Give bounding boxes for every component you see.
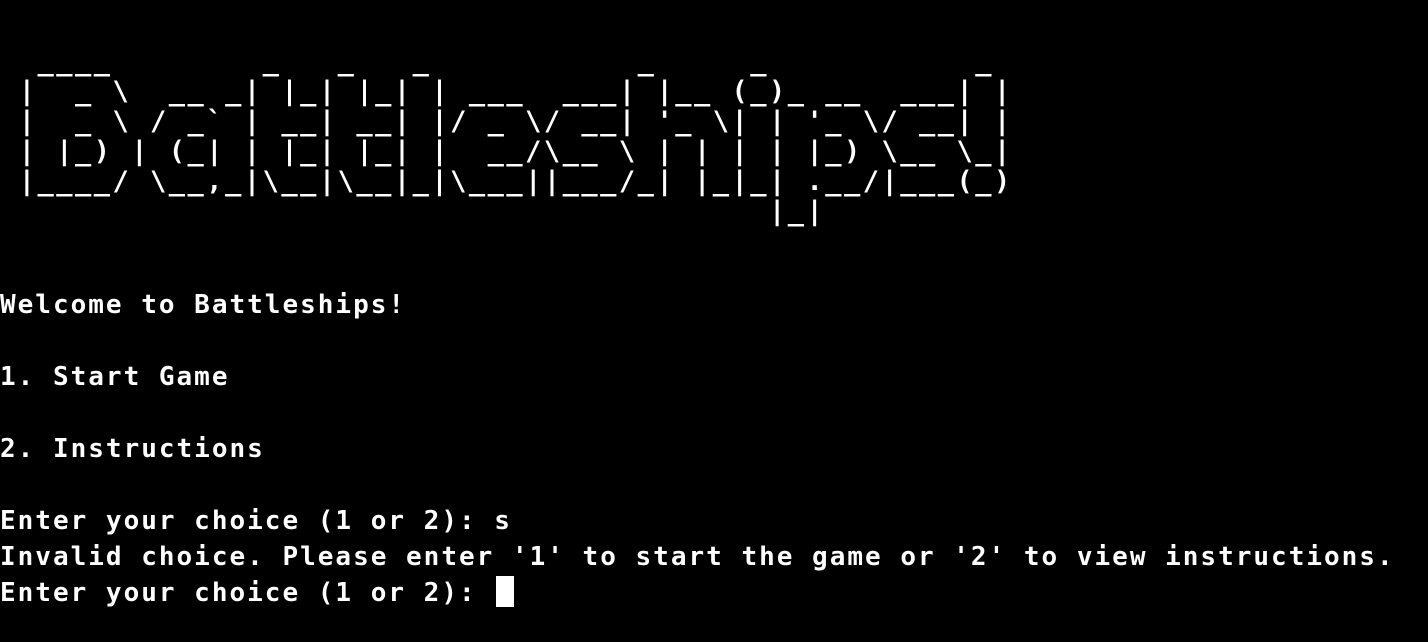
choice-prompt-previous: Enter your choice (1 or 2): s [0, 506, 512, 536]
choice-prompt-input-line[interactable]: Enter your choice (1 or 2): [0, 575, 515, 611]
welcome-text: Welcome to Battleships! [0, 290, 407, 320]
terminal-window[interactable]: ____ _ _ _ _ _ _ | _ \ __ _| |_| |_| | _… [0, 0, 1428, 642]
menu-option-start-game: 1. Start Game [0, 362, 230, 392]
error-message: Invalid choice. Please enter '1' to star… [0, 542, 1395, 572]
choice-prompt-current: Enter your choice (1 or 2): [0, 578, 495, 608]
ascii-art-banner: ____ _ _ _ _ _ _ | _ \ __ _| |_| |_| | _… [18, 46, 1013, 227]
menu-option-instructions: 2. Instructions [0, 434, 265, 464]
text-cursor[interactable] [496, 576, 515, 607]
